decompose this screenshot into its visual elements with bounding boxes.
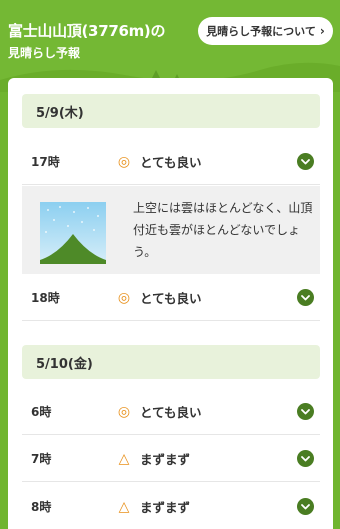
rating-label: とても良い [140, 291, 202, 306]
chevron-down-icon[interactable] [297, 403, 314, 420]
forecast-card: 5/9(木) 17時 ◎ とても良い 上空には雲はほとんどなく、山頂付近も雲がほ… [8, 78, 333, 529]
double-circle-icon: ◎ [117, 403, 131, 420]
page-title: 富士山山頂(3776m)の [8, 22, 166, 40]
triangle-icon: △ [118, 498, 130, 515]
chevron-down-icon[interactable] [297, 450, 314, 467]
rating-label: とても良い [140, 405, 202, 420]
double-circle-icon: ◎ [117, 153, 131, 170]
header: 富士山山頂(3776m)の 見晴らし予報 見晴らし予報について › [0, 0, 340, 92]
about-forecast-label: 見晴らし予報について [206, 25, 316, 38]
rating-label: まずまず [140, 500, 191, 515]
chevron-down-icon[interactable] [297, 289, 314, 306]
rating-label: まずまず [140, 452, 191, 467]
time-label: 8時 [31, 500, 52, 514]
page-subtitle: 見晴らし予報 [8, 46, 81, 60]
forecast-detail: 上空には雲はほとんどなく、山頂付近も雲がほとんどないでしょう。 [22, 186, 320, 274]
chevron-right-icon: › [319, 24, 325, 38]
time-label: 17時 [31, 155, 60, 169]
about-forecast-button[interactable]: 見晴らし予報について › [198, 17, 333, 45]
chevron-down-icon[interactable] [297, 498, 314, 515]
forecast-description: 上空には雲はほとんどなく、山頂付近も雲がほとんどないでしょう。 [133, 201, 313, 259]
date-header: 5/10(金) [22, 345, 320, 379]
forecast-row[interactable]: 6時 ◎ とても良い [22, 389, 320, 435]
chevron-down-icon[interactable] [297, 153, 314, 170]
forecast-row[interactable]: 17時 ◎ とても良い [22, 139, 320, 185]
triangle-icon: △ [118, 450, 130, 467]
forecast-row[interactable]: 18時 ◎ とても良い [22, 275, 320, 321]
time-label: 18時 [31, 291, 60, 305]
time-label: 6時 [31, 405, 52, 419]
mountain-clear-sky-image [40, 202, 106, 264]
date-header: 5/9(木) [22, 94, 320, 128]
time-label: 7時 [31, 452, 52, 466]
forecast-row[interactable]: 7時 △ まずまず [22, 436, 320, 482]
double-circle-icon: ◎ [117, 289, 131, 306]
rating-label: とても良い [140, 155, 202, 170]
forecast-row[interactable]: 8時 △ まずまず [22, 484, 320, 529]
